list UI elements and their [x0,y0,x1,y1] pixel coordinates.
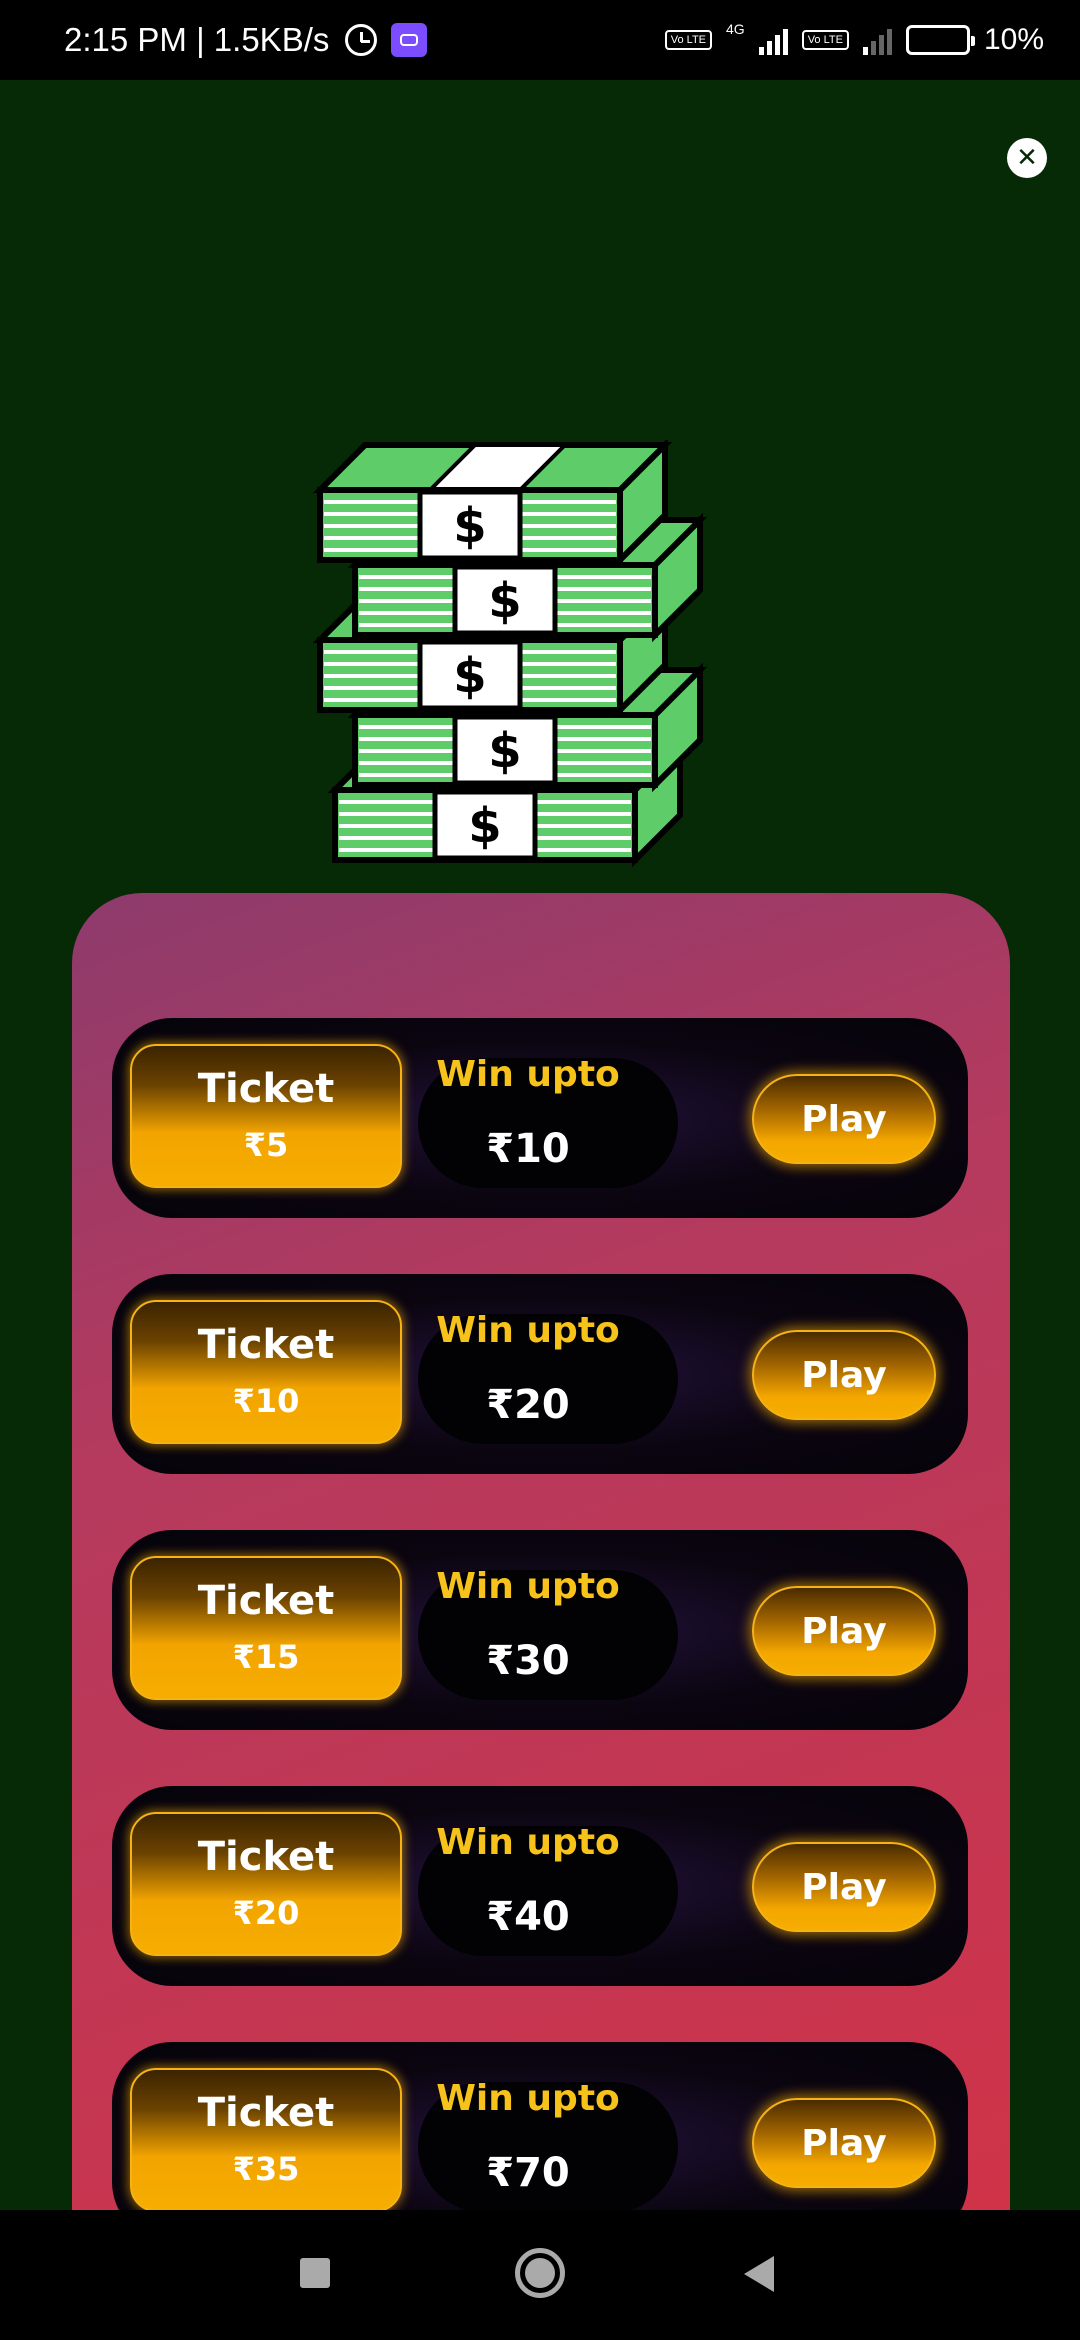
status-right: Vo LTE 4G Vo LTE 10% [664,21,1044,57]
dollar-symbol: $ [468,798,501,854]
ticket-price: ₹5 [243,1126,289,1164]
ticket-badge: Ticket ₹35 [130,2068,402,2212]
volte-icon: Vo LTE [664,30,712,50]
network-type: 4G [726,21,745,37]
win-label: Win upto [436,1822,620,1863]
back-button[interactable] [744,2256,774,2292]
win-amount: ₹30 [486,1638,570,1684]
battery-icon [905,25,975,55]
play-button[interactable]: Play [752,1842,936,1932]
signal-icon [758,25,788,55]
ticket-badge: Ticket ₹15 [130,1556,402,1700]
ticket-badge: Ticket ₹20 [130,1812,402,1956]
play-button[interactable]: Play [752,2098,936,2188]
ticket-price: ₹10 [232,1382,300,1420]
ticket-label: Ticket [197,1066,335,1112]
ticket-row: Ticket ₹15 Win upto ₹30 Play [112,1530,968,1730]
win-label: Win upto [436,2078,620,2119]
play-button[interactable]: Play [752,1330,936,1420]
dollar-symbol: $ [453,648,486,704]
ticket-row: Ticket ₹10 Win upto ₹20 Play [112,1274,968,1474]
play-button[interactable]: Play [752,1074,936,1164]
ticket-label: Ticket [197,1834,335,1880]
battery-percent: 10% [983,23,1044,56]
win-label: Win upto [436,1566,620,1607]
status-time-speed: 2:15 PM | 1.5KB/s [64,21,330,58]
ticket-badge: Ticket ₹10 [130,1300,402,1444]
ticket-price: ₹15 [232,1638,300,1676]
ticket-price: ₹20 [232,1894,300,1932]
close-button[interactable]: ✕ [1007,138,1047,178]
win-amount: ₹10 [486,1126,570,1172]
ticket-row: Ticket ₹5 Win upto ₹10 Play [112,1018,968,1218]
close-icon: ✕ [1016,143,1038,173]
dollar-symbol: $ [453,498,486,554]
message-icon [391,23,428,57]
ticket-panel: Ticket ₹5 Win upto ₹10 Play Ticket ₹10 W… [72,893,1010,2213]
signal-icon-2 [862,25,892,55]
home-button[interactable] [515,2248,565,2298]
status-bar: 2:15 PM | 1.5KB/s Vo LTE 4G Vo LTE 10% [0,0,1080,80]
win-label: Win upto [436,1310,620,1351]
ticket-label: Ticket [197,1578,335,1624]
ticket-row: Ticket ₹35 Win upto ₹70 Play [112,2042,968,2213]
recents-button[interactable] [300,2258,330,2288]
money-bundle: $ [312,440,673,568]
ticket-badge: Ticket ₹5 [130,1044,402,1188]
play-button[interactable]: Play [752,1586,936,1676]
status-left: 2:15 PM | 1.5KB/s [64,21,428,59]
ticket-label: Ticket [197,1322,335,1368]
dollar-symbol: $ [488,723,521,779]
ticket-label: Ticket [197,2090,335,2136]
win-amount: ₹70 [486,2150,570,2196]
win-amount: ₹20 [486,1382,570,1428]
volte-icon-2: Vo LTE [801,30,849,50]
alarm-icon [345,24,378,56]
ticket-row: Ticket ₹20 Win upto ₹40 Play [112,1786,968,1986]
dollar-symbol: $ [488,573,521,629]
win-label: Win upto [436,1054,620,1095]
win-amount: ₹40 [486,1894,570,1940]
navigation-bar [0,2210,1080,2340]
money-stack-icon: $$$$$ [312,440,708,868]
ticket-price: ₹35 [232,2150,300,2188]
